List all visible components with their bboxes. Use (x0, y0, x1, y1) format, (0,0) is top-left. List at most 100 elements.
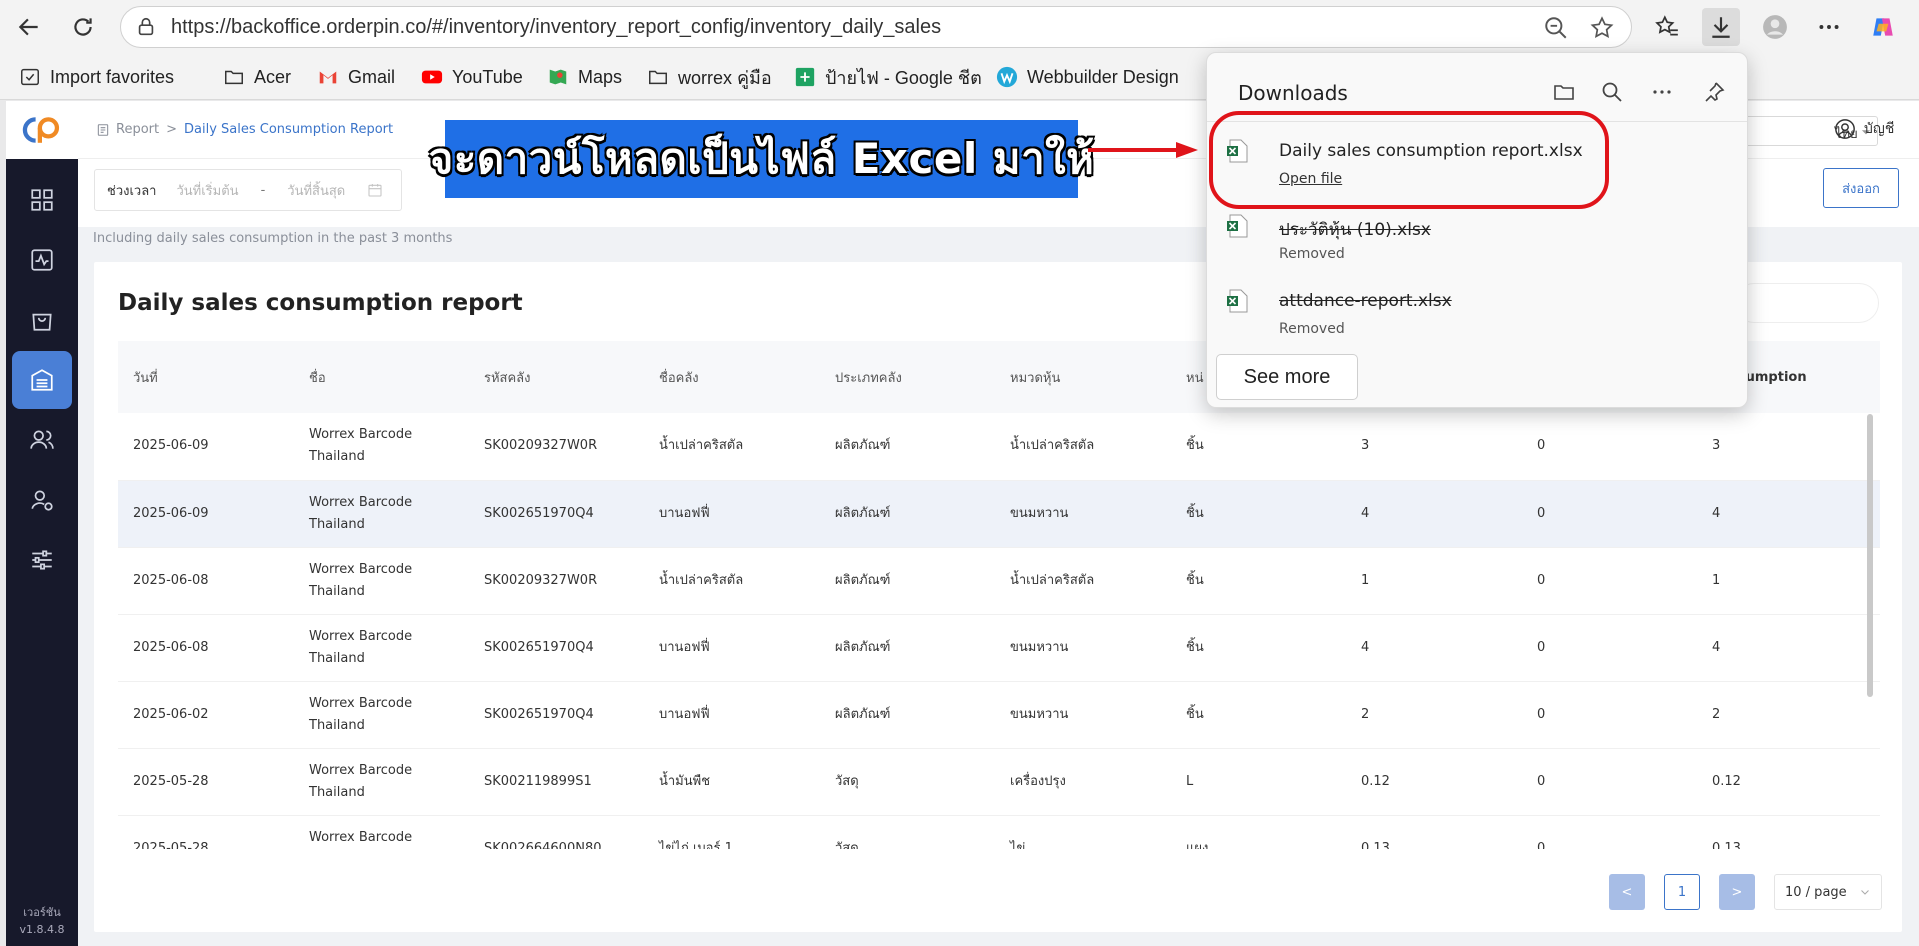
url-text[interactable]: https://backoffice.orderpin.co/#/invento… (171, 16, 941, 39)
folder-icon (225, 70, 243, 85)
column-header: ชื่อคลัง (644, 341, 820, 413)
sidebar-item-analytics[interactable] (12, 231, 72, 289)
table-row[interactable]: 2025-05-28 Worrex Barcode Thailand SK00211… (118, 748, 1880, 816)
table-cell: บานอฟฟี่ (644, 480, 820, 548)
copilot-icon (1873, 18, 1893, 36)
table-cell: 0.12 (1346, 748, 1522, 816)
sidebar-item-settings[interactable] (12, 531, 72, 589)
table-row[interactable]: 2025-06-09 Worrex Barcode Thailand SK00265… (118, 480, 1880, 548)
table-cell: 0 (1522, 480, 1697, 548)
table-cell: SK002651970Q4 (469, 681, 644, 749)
table-cell: 1 (1346, 547, 1522, 615)
table-cell: 0.13 (1697, 815, 1880, 849)
refresh-icon (74, 18, 92, 36)
sidebar-item-inventory[interactable] (12, 351, 72, 409)
table-cell: ชิ้น (1171, 547, 1346, 615)
table-cell: SK002664600N80 (469, 815, 644, 849)
breadcrumb-current: Daily Sales Consumption Report (184, 122, 394, 137)
table-row[interactable]: 2025-05-28Worrex Barcode ThailandSK00266… (118, 815, 1880, 849)
table-row[interactable]: 2025-06-08 Worrex Barcode Thailand SK00209… (118, 547, 1880, 615)
table-cell: SK002651970Q4 (469, 614, 644, 682)
table-cell: SK00209327W0R (469, 413, 644, 481)
table-row[interactable]: 2025-06-08 Worrex Barcode Thailand SK00265… (118, 614, 1880, 682)
table-cell: บานอฟฟี่ (644, 681, 820, 749)
copilot-button[interactable] (1864, 8, 1902, 46)
pin-panel-button[interactable] (1699, 77, 1729, 107)
bookmark-acer[interactable]: Acer (222, 64, 291, 90)
download-filename[interactable]: Daily sales consumption report.xlsx (1279, 141, 1583, 161)
favorite-star-icon[interactable] (1589, 15, 1615, 41)
table-cell: 4 (1346, 614, 1522, 682)
start-date-input[interactable]: วันที่เริ่มต้น (176, 180, 238, 201)
see-more-button[interactable]: See more (1216, 354, 1358, 400)
table-cell: ผลิตภัณฑ์ (820, 413, 995, 481)
table-scrollbar[interactable] (1867, 414, 1873, 697)
search-downloads-button[interactable] (1597, 77, 1627, 107)
end-date-input[interactable]: วันที่สิ้นสุด (287, 180, 345, 201)
export-button[interactable]: ส่งออก (1823, 168, 1899, 208)
table-cell: ขนมหวาน (995, 614, 1171, 682)
table-cell: 2025-06-08 (118, 614, 294, 682)
warehouse-icon (31, 369, 53, 391)
report-doc-icon (97, 123, 109, 136)
favorites-button[interactable] (1648, 8, 1686, 46)
downloads-panel: Downloads Daily sales consumption report… (1206, 52, 1748, 408)
open-file-link[interactable]: Open file (1279, 171, 1342, 187)
sidebar-item-orders[interactable] (12, 291, 72, 349)
table-cell: น้ำเปล่าคริสตัล (995, 413, 1171, 481)
table-cell: 2025-06-08 (118, 547, 294, 615)
column-header: ประเภทคลัง (820, 341, 995, 413)
bookmark-import-favorites[interactable]: Import favorites (18, 64, 174, 90)
sidebar-item-staff[interactable] (12, 471, 72, 529)
account-menu[interactable]: บัญชี (1834, 118, 1894, 140)
table-cell: 0.12 (1697, 748, 1880, 816)
table-cell: 2025-06-09 (118, 480, 294, 548)
more-dots-icon (1819, 25, 1839, 29)
gmail-icon (319, 71, 337, 84)
downloads-more-button[interactable] (1647, 77, 1677, 107)
address-bar[interactable]: https://backoffice.orderpin.co/#/invento… (120, 6, 1632, 48)
sidebar-item-customers[interactable] (12, 411, 72, 469)
orderpin-logo[interactable] (6, 101, 78, 159)
column-header: ชื่อ (294, 341, 469, 413)
table-cell: ขนมหวาน (995, 480, 1171, 548)
back-button[interactable] (10, 8, 48, 46)
refresh-button[interactable] (64, 8, 102, 46)
table-row[interactable]: 2025-06-02 Worrex Barcode Thailand SK00265… (118, 681, 1880, 749)
download-item[interactable]: ประวัติหุ้น (10).xlsx Removed (1227, 214, 1707, 274)
table-cell: SK00209327W0R (469, 547, 644, 615)
breadcrumb-root[interactable]: Report (116, 122, 159, 137)
search-icon (1602, 82, 1622, 102)
prev-page-button[interactable]: < (1609, 874, 1645, 910)
table-cell: ผลิตภัณฑ์ (820, 681, 995, 749)
zoom-out-icon[interactable] (1543, 15, 1569, 41)
downloads-button[interactable] (1702, 8, 1740, 46)
sidebar-item-dashboard[interactable] (12, 171, 72, 229)
bookmark-google-sheet[interactable]: ป้ายไฟ - Google ชีต (793, 64, 982, 90)
open-folder-button[interactable] (1549, 77, 1579, 107)
maps-icon (549, 69, 567, 85)
logo-icon (22, 117, 60, 143)
next-page-button[interactable]: > (1719, 874, 1755, 910)
download-item[interactable]: attdance-report.xlsx Removed (1227, 289, 1707, 349)
date-range-picker[interactable]: ช่วงเวลา วันที่เริ่มต้น - วันที่สิ้นสุด (94, 169, 402, 211)
bookmark-maps[interactable]: Maps (546, 64, 622, 90)
bookmark-youtube[interactable]: YouTube (420, 64, 523, 90)
table-cell: ผลิตภัณฑ์ (820, 480, 995, 548)
page-1-button[interactable]: 1 (1664, 874, 1700, 910)
more-menu-button[interactable] (1810, 8, 1848, 46)
profile-button[interactable] (1756, 8, 1794, 46)
download-item[interactable]: Daily sales consumption report.xlsx Open… (1227, 139, 1707, 199)
excel-file-icon (1227, 214, 1248, 238)
bookmark-webbuilder[interactable]: Webbuilder Design (995, 64, 1179, 90)
table-cell: 0 (1522, 681, 1697, 749)
folder-icon (649, 70, 667, 85)
shopping-bag-icon (32, 313, 52, 331)
page-size-select[interactable]: 10 / page (1774, 874, 1882, 910)
table-row[interactable]: 2025-06-09 Worrex Barcode Thailand SK00209… (118, 413, 1880, 481)
bookmark-gmail[interactable]: Gmail (316, 64, 395, 90)
version-info: เวอร์ชัน v1.8.4.8 (19, 906, 65, 936)
bookmark-worrex-manual[interactable]: worrex คู่มือ (646, 64, 772, 90)
activity-icon (31, 249, 53, 271)
import-icon (21, 68, 39, 86)
